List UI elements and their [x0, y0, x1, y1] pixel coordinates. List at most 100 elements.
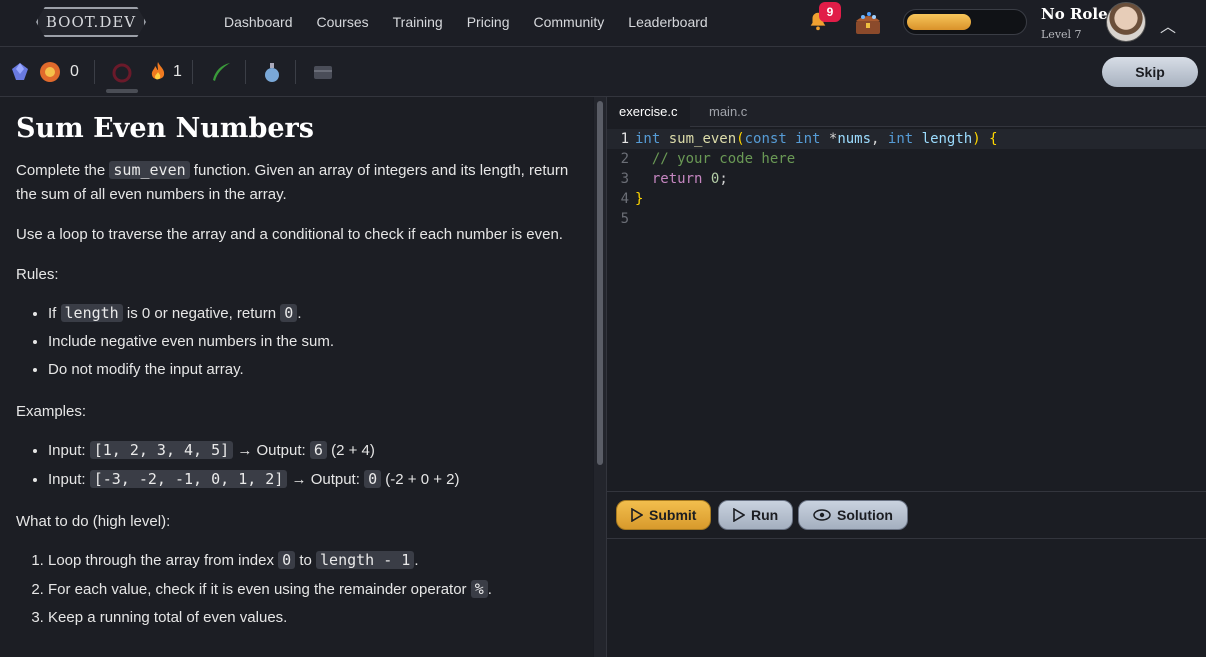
text: Input:: [48, 442, 90, 459]
play-icon: [631, 508, 643, 522]
code-text: // your code here: [629, 149, 795, 169]
bootdev-logo[interactable]: BOOT.DEV: [36, 7, 146, 37]
code-area[interactable]: 1 int sum_even(const int *nums, int leng…: [607, 129, 1206, 229]
lesson-title: Sum Even Numbers: [16, 113, 314, 144]
todo-label: What to do (high level):: [16, 513, 171, 530]
logo-text: BOOT.DEV: [45, 13, 137, 31]
text: (2 + 4): [326, 442, 375, 459]
inline-code: 0: [278, 551, 296, 569]
list-item: Loop through the array from index 0 to l…: [48, 546, 577, 575]
text: .: [487, 581, 492, 598]
list-item: If length is 0 or negative, return 0.: [48, 299, 577, 328]
code-line[interactable]: 4 }: [607, 189, 1206, 209]
token: }: [635, 191, 644, 207]
text: to: [295, 552, 317, 569]
text: If: [48, 305, 61, 322]
token: *: [820, 131, 838, 147]
rules-list: If length is 0 or negative, return 0. In…: [48, 299, 577, 384]
token: ,: [871, 131, 888, 147]
chevron-up-icon[interactable]: ︿: [1160, 13, 1176, 37]
inline-code: 6: [309, 441, 327, 459]
user-name[interactable]: No Role: [1041, 5, 1108, 23]
inline-code: [1, 2, 3, 4, 5]: [89, 441, 234, 459]
lesson-paragraph: Use a loop to traverse the array and a c…: [16, 226, 563, 243]
top-nav: BOOT.DEV Dashboard Courses Training Pric…: [0, 0, 1206, 47]
code-line[interactable]: 2 // your code here: [607, 149, 1206, 169]
eye-icon: [813, 509, 831, 521]
text: Loop through the array from index: [48, 552, 279, 569]
nav-pricing[interactable]: Pricing: [467, 14, 510, 30]
toolbar-divider: [192, 60, 193, 84]
inline-code: length - 1: [316, 551, 415, 569]
steps-list: Loop through the array from index 0 to l…: [48, 546, 577, 632]
armor-icon[interactable]: [38, 60, 62, 84]
lesson-pane: Sum Even Numbers Complete the sum_even f…: [0, 97, 593, 657]
nav-community[interactable]: Community: [534, 14, 605, 30]
token: ;: [719, 171, 728, 187]
rules-label: Rules:: [16, 266, 59, 283]
token: ): [972, 131, 990, 147]
text: Complete the: [16, 162, 110, 179]
submit-button[interactable]: Submit: [616, 500, 712, 530]
text: For each value, check if it is even usin…: [48, 581, 471, 598]
lesson-toolbar: 0 1 Skip: [0, 47, 1206, 97]
text: → Output:: [287, 471, 365, 488]
frozen-flame-icon[interactable]: [110, 60, 134, 84]
text: .: [297, 305, 302, 322]
code-editor: exercise.c main.c 1 int sum_even(const i…: [606, 97, 1206, 657]
gem-shards-icon[interactable]: [8, 60, 32, 84]
potion-icon[interactable]: [260, 60, 284, 84]
chest-icon[interactable]: [311, 60, 335, 84]
code-text: return 0;: [629, 169, 728, 189]
nav-courses[interactable]: Courses: [317, 14, 369, 30]
token: {: [989, 131, 998, 147]
code-text: }: [629, 189, 643, 209]
tab-exercise-c[interactable]: exercise.c: [607, 97, 690, 127]
nav-links: Dashboard Courses Training Pricing Commu…: [224, 14, 708, 30]
code-line[interactable]: 1 int sum_even(const int *nums, int leng…: [607, 129, 1206, 149]
xp-progress-bar: [903, 9, 1027, 35]
inline-code: length: [60, 304, 123, 322]
quill-icon[interactable]: [209, 60, 233, 84]
skip-button[interactable]: Skip: [1102, 57, 1198, 87]
text: .: [414, 552, 419, 569]
flame-icon[interactable]: [146, 60, 170, 84]
treasure-chest-icon[interactable]: [853, 9, 883, 37]
avatar[interactable]: [1106, 2, 1146, 42]
text: → Output:: [233, 442, 310, 459]
token: (: [736, 131, 745, 147]
token: int: [635, 131, 661, 147]
editor-tabs: exercise.c main.c: [607, 97, 1206, 127]
play-icon: [733, 508, 745, 522]
list-item: Input: [-3, -2, -1, 0, 1, 2] → Output: 0…: [48, 465, 577, 494]
inline-code: [-3, -2, -1, 0, 1, 2]: [89, 470, 288, 488]
nav-dashboard[interactable]: Dashboard: [224, 14, 293, 30]
toolbar-divider: [295, 60, 296, 84]
line-number: 5: [620, 211, 629, 227]
nav-leaderboard[interactable]: Leaderboard: [628, 14, 707, 30]
examples-label: Examples:: [16, 403, 87, 420]
line-number: 3: [620, 171, 629, 187]
inline-code: sum_even: [109, 161, 190, 179]
flame-count: 1: [173, 63, 182, 80]
line-number: 1: [620, 131, 629, 147]
lesson-scrollbar[interactable]: [594, 97, 606, 657]
tab-main-c[interactable]: main.c: [697, 97, 759, 127]
lesson-intro: Complete the sum_even function. Given an…: [16, 158, 577, 207]
solution-button[interactable]: Solution: [798, 500, 908, 530]
inline-code: %: [470, 580, 488, 598]
run-button[interactable]: Run: [718, 500, 794, 530]
code-text: int sum_even(const int *nums, int length…: [629, 129, 998, 149]
line-number: 4: [620, 191, 629, 207]
code-line[interactable]: 5: [607, 209, 1206, 229]
examples-list: Input: [1, 2, 3, 4, 5] → Output: 6 (2 + …: [48, 436, 577, 494]
scrollbar-thumb[interactable]: [597, 101, 603, 465]
user-level: Level 7: [1041, 28, 1082, 41]
list-item: Input: [1, 2, 3, 4, 5] → Output: 6 (2 + …: [48, 436, 577, 465]
nav-training[interactable]: Training: [393, 14, 443, 30]
token: length: [921, 131, 973, 147]
code-line[interactable]: 3 return 0;: [607, 169, 1206, 189]
list-item: Include negative even numbers in the sum…: [48, 328, 577, 356]
xp-progress-fill: [907, 14, 971, 30]
